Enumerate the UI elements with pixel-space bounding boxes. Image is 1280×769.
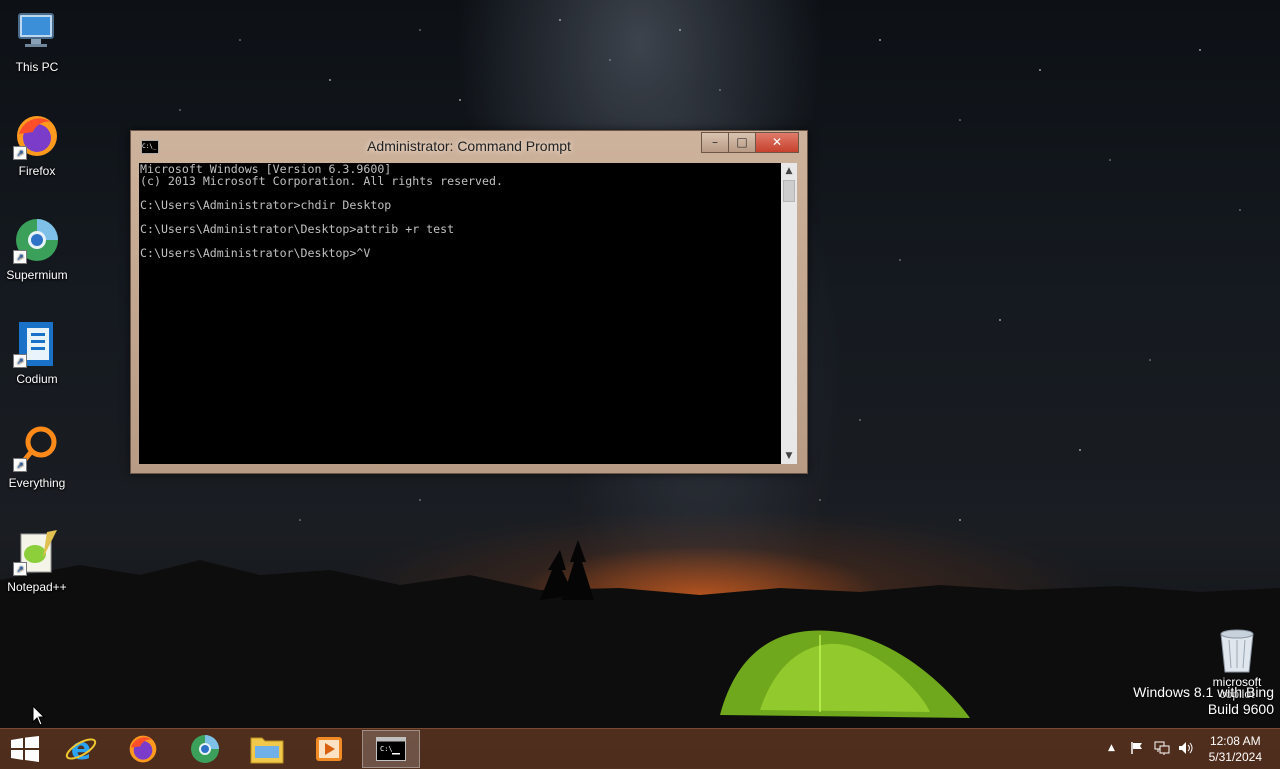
watermark-build: Build 9600: [1207, 701, 1274, 717]
this-pc-icon: [13, 8, 61, 56]
recycle-bin-icon: [1220, 629, 1254, 673]
clock-time: 12:08 AM: [1209, 734, 1261, 748]
taskbar-internet-explorer[interactable]: e: [52, 730, 110, 768]
action-center-flag-icon[interactable]: [1130, 741, 1144, 758]
window-title-bar[interactable]: C:\_ Administrator: Command Prompt – □ ✕: [131, 131, 807, 163]
console-output[interactable]: Microsoft Windows [Version 6.3.9600] (c)…: [139, 163, 781, 464]
shortcut-arrow-icon: ↗: [13, 458, 27, 472]
command-prompt-window[interactable]: C:\_ Administrator: Command Prompt – □ ✕…: [130, 130, 808, 474]
desktop-icon-codium[interactable]: ↗ Codium: [0, 320, 74, 386]
svg-text:e: e: [71, 732, 91, 766]
desktop-icon-firefox[interactable]: ↗ Firefox: [0, 112, 74, 178]
desktop-icon-this-pc[interactable]: This PC: [0, 8, 74, 74]
taskbar-firefox[interactable]: [114, 730, 172, 768]
taskbar-clock[interactable]: 12:08 AM 5/31/2024: [1209, 733, 1262, 765]
firefox-icon: [129, 735, 157, 763]
clock-date: 5/31/2024: [1208, 750, 1262, 764]
shortcut-arrow-icon: ↗: [13, 354, 27, 368]
wallpaper-landscape: [0, 540, 1280, 730]
maximize-button[interactable]: □: [728, 132, 756, 153]
desktop-icon-label: Notepad++: [7, 580, 67, 594]
start-icon: [11, 736, 39, 762]
file-explorer-icon: [250, 737, 284, 764]
windows-watermark: Windows 8.1 with Bing Build 9600: [1133, 684, 1274, 718]
everything-icon: ↗: [13, 424, 61, 472]
desktop-icon-label: Firefox: [18, 164, 56, 178]
shortcut-arrow-icon: ↗: [13, 562, 27, 576]
taskbar-supermium[interactable]: [176, 730, 234, 768]
mouse-cursor-icon: [32, 705, 46, 726]
show-hidden-icons-icon[interactable]: ▲: [1108, 743, 1115, 753]
system-tray: ▲ 12:08 AM 5/31/2024: [1100, 729, 1280, 769]
desktop-icon-label: Everything: [8, 476, 66, 490]
desktop-icon-label: This PC: [15, 60, 59, 74]
network-icon[interactable]: [1154, 741, 1170, 758]
command-prompt-icon: C:\: [376, 737, 406, 761]
desktop-icon-label: Supermium: [6, 268, 68, 282]
taskbar: e C:\ ▲ 12:08 AM 5/31/2024: [0, 728, 1280, 769]
taskbar-media-player[interactable]: [300, 730, 358, 768]
scroll-thumb[interactable]: [783, 180, 795, 202]
vertical-scrollbar[interactable]: ▲ ▼: [781, 163, 797, 464]
scroll-down-icon[interactable]: ▼: [781, 448, 797, 464]
desktop-icon-notepadpp[interactable]: ↗ Notepad++: [0, 528, 74, 594]
scroll-up-icon[interactable]: ▲: [781, 163, 797, 179]
supermium-icon: [191, 735, 219, 763]
supermium-icon: ↗: [13, 216, 61, 264]
console-text: Microsoft Windows [Version 6.3.9600] (c)…: [140, 162, 503, 260]
shortcut-arrow-icon: ↗: [13, 250, 27, 264]
minimize-button[interactable]: –: [701, 132, 729, 153]
start-button[interactable]: [0, 730, 50, 768]
desktop-icon-label: Codium: [16, 372, 58, 386]
taskbar-file-explorer[interactable]: [238, 730, 296, 768]
close-button[interactable]: ✕: [755, 132, 799, 153]
media-player-icon: [316, 737, 342, 761]
volume-icon[interactable]: [1178, 741, 1194, 758]
firefox-icon: ↗: [13, 112, 61, 160]
notepadpp-icon: ↗: [13, 528, 61, 576]
desktop-icon-supermium[interactable]: ↗ Supermium: [0, 216, 74, 282]
desktop-icon-everything[interactable]: ↗ Everything: [0, 424, 74, 490]
taskbar-command-prompt[interactable]: C:\: [362, 730, 420, 768]
svg-text:C:\: C:\: [380, 745, 393, 753]
watermark-edition: Windows 8.1 with Bing: [1133, 684, 1274, 700]
shortcut-arrow-icon: ↗: [13, 146, 27, 160]
internet-explorer-icon: e: [65, 732, 97, 766]
codium-icon: ↗: [13, 320, 61, 368]
